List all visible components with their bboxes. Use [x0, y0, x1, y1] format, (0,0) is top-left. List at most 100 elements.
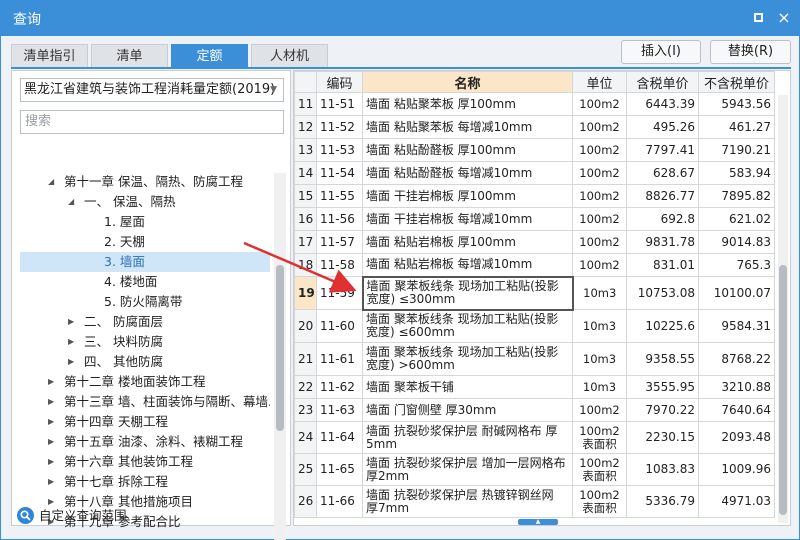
row-name: 墙面 聚苯板线条 现场加工粘贴(投影宽度) ≤300mm [361, 275, 574, 311]
row-name: 墙面 粘贴聚苯板 每增减10mm [362, 115, 573, 139]
table-header-row: 编码 名称 单位 含税单价 不含税单价 [294, 71, 775, 93]
table-row[interactable]: 13 11-53 墙面 粘贴酚醛板 厚100mm 100m2 7797.41 7… [294, 138, 775, 162]
table-row[interactable]: 21 11-61 墙面 聚苯板线条 现场加工粘贴(投影宽度) >600mm 10… [294, 342, 775, 376]
col-header-price-notax[interactable]: 不含税单价 [698, 71, 775, 93]
table-row[interactable]: 14 11-54 墙面 粘贴酚醛板 每增减10mm 100m2 628.67 5… [294, 161, 775, 185]
insert-button[interactable]: 插入(I) [621, 40, 701, 64]
row-price-tax: 8826.77 [626, 184, 699, 208]
quota-table: 编码 名称 单位 含税单价 不含税单价 11 11-51 墙面 粘贴聚苯板 厚1… [294, 71, 775, 518]
collapsed-arrow-icon[interactable]: ▶ [48, 372, 54, 392]
col-header-unit[interactable]: 单位 [572, 71, 627, 93]
row-price-tax: 7970.22 [626, 398, 699, 422]
collapsed-arrow-icon[interactable]: ▶ [48, 472, 54, 492]
row-unit: 100m2表面积 [572, 421, 627, 454]
tree-node[interactable]: ◢ 第十一章 保温、隔热、防腐工程 [20, 172, 270, 192]
close-icon[interactable]: × [774, 8, 794, 28]
collapsed-arrow-icon[interactable]: ▶ [48, 392, 54, 412]
collapsed-arrow-icon[interactable]: ▶ [48, 412, 54, 432]
row-code: 11-53 [316, 138, 363, 162]
tree-node[interactable]: ▶ 二、 防腐面层 [20, 312, 270, 332]
tree-node-selected[interactable]: 3. 墙面 [20, 252, 270, 272]
table-row[interactable]: 25 11-65 墙面 抗裂砂浆保护层 增加一层网格布 厚2mm 100m2表面… [294, 453, 775, 486]
table-row[interactable]: 15 11-55 墙面 干挂岩棉板 厚100mm 100m2 8826.77 7… [294, 184, 775, 208]
table-row[interactable]: 17 11-57 墙面 粘贴岩棉板 厚100mm 100m2 9831.78 9… [294, 230, 775, 254]
row-number: 18 [294, 253, 317, 277]
expanded-arrow-icon[interactable]: ◢ [68, 192, 74, 212]
row-price-notax: 1009.96 [698, 453, 775, 486]
tree-node[interactable]: 2. 天棚 [20, 232, 270, 252]
row-price-tax: 10753.08 [626, 276, 699, 310]
row-code: 11-57 [316, 230, 363, 254]
row-price-notax: 7190.21 [698, 138, 775, 162]
tree-node[interactable]: ▶ 第十四章 天棚工程 [20, 412, 270, 432]
row-code: 11-63 [316, 398, 363, 422]
row-name: 墙面 粘贴酚醛板 每增减10mm [362, 161, 573, 185]
grid-scrollbar-thumb[interactable] [779, 265, 787, 515]
tree-scrollbar[interactable] [274, 173, 286, 540]
row-name: 墙面 聚苯板线条 现场加工粘贴(投影宽度) >600mm [362, 342, 573, 376]
row-price-tax: 2230.15 [626, 421, 699, 454]
row-number: 13 [294, 138, 317, 162]
col-header-name[interactable]: 名称 [362, 71, 573, 93]
library-select[interactable]: 黑龙江省建筑与装饰工程消耗量定额(2019) ▼ [20, 78, 284, 102]
row-unit: 100m2 [572, 161, 627, 185]
row-number: 20 [294, 309, 317, 343]
tree-node[interactable]: ◢ 一、 保温、隔热 [20, 192, 270, 212]
tab-quota[interactable]: 定额 [171, 44, 248, 68]
collapsed-arrow-icon[interactable]: ▶ [68, 352, 74, 372]
collapsed-arrow-icon[interactable]: ▶ [48, 432, 54, 452]
tree-node[interactable]: ▶ 第十二章 楼地面装饰工程 [20, 372, 270, 392]
tree-node[interactable]: ▶ 三、 块料防腐 [20, 332, 270, 352]
table-row[interactable]: 11 11-51 墙面 粘贴聚苯板 厚100mm 100m2 6443.39 5… [294, 92, 775, 116]
row-price-notax: 9584.31 [698, 309, 775, 343]
row-unit: 100m2 [572, 230, 627, 254]
collapsed-arrow-icon[interactable]: ▶ [48, 452, 54, 472]
col-header-price-tax[interactable]: 含税单价 [626, 71, 699, 93]
tree-node[interactable]: 5. 防火隔离带 [20, 292, 270, 312]
row-price-notax: 765.3 [698, 253, 775, 277]
table-row[interactable]: 12 11-52 墙面 粘贴聚苯板 每增减10mm 100m2 495.26 4… [294, 115, 775, 139]
search-field[interactable] [20, 110, 284, 134]
row-number: 25 [294, 453, 317, 486]
table-row[interactable]: 24 11-64 墙面 抗裂砂浆保护层 耐碱网格布 厚5mm 100m2表面积 … [294, 421, 775, 454]
row-name: 墙面 粘贴聚苯板 厚100mm [362, 92, 573, 116]
row-unit: 100m2 [572, 92, 627, 116]
table-row-selected[interactable]: 19 11-59 墙面 聚苯板线条 现场加工粘贴(投影宽度) ≤300mm 10… [294, 275, 775, 311]
tree-node[interactable]: 1. 屋面 [20, 212, 270, 232]
row-unit: 10m3 [572, 342, 627, 376]
row-price-tax: 831.01 [626, 253, 699, 277]
table-row[interactable]: 22 11-62 墙面 聚苯板干铺 10m3 3555.95 3210.88 [294, 375, 775, 399]
tree-node[interactable]: 4. 楼地面 [20, 272, 270, 292]
replace-button[interactable]: 替换(R) [710, 40, 791, 64]
row-number: 15 [294, 184, 317, 208]
library-select-value: 黑龙江省建筑与装饰工程消耗量定额(2019) [24, 82, 276, 97]
tab-bill[interactable]: 清单 [91, 44, 168, 68]
maximize-icon[interactable] [748, 8, 768, 28]
search-input[interactable] [25, 114, 283, 129]
search-icon [17, 507, 34, 524]
col-header-code[interactable]: 编码 [316, 71, 363, 93]
expanded-arrow-icon[interactable]: ◢ [48, 172, 54, 192]
row-name: 墙面 抗裂砂浆保护层 耐碱网格布 厚5mm [362, 421, 573, 454]
table-row[interactable]: 26 11-66 墙面 抗裂砂浆保护层 热镀锌钢丝网 厚7mm 100m2表面积… [294, 485, 775, 518]
tree-node[interactable]: ▶ 第十七章 拆除工程 [20, 472, 270, 492]
collapsed-arrow-icon[interactable]: ▶ [68, 332, 74, 352]
tab-underline [11, 67, 791, 69]
table-row[interactable]: 20 11-60 墙面 聚苯板线条 现场加工粘贴(投影宽度) ≤600mm 10… [294, 309, 775, 343]
tab-labor-material-machine[interactable]: 人材机 [251, 44, 328, 68]
collapsed-arrow-icon[interactable]: ▶ [68, 312, 74, 332]
row-name: 墙面 粘贴酚醛板 厚100mm [362, 138, 573, 162]
table-row[interactable]: 18 11-58 墙面 粘贴岩棉板 每增减10mm 100m2 831.01 7… [294, 253, 775, 277]
tree-node[interactable]: ▶ 第十五章 油漆、涂料、裱糊工程 [20, 432, 270, 452]
tab-bill-guide[interactable]: 清单指引 [11, 44, 88, 68]
grid-scrollbar[interactable] [778, 95, 788, 523]
tree-node[interactable]: ▶ 第十六章 其他装饰工程 [20, 452, 270, 472]
row-price-notax: 5943.56 [698, 92, 775, 116]
table-row[interactable]: 16 11-56 墙面 干挂岩棉板 每增减10mm 100m2 692.8 62… [294, 207, 775, 231]
tree-scrollbar-thumb[interactable] [276, 265, 284, 431]
tree-node[interactable]: ▶ 第十三章 墙、柱面装饰与隔断、幕墙... [20, 392, 270, 412]
quota-grid: 编码 名称 单位 含税单价 不含税单价 11 11-51 墙面 粘贴聚苯板 厚1… [293, 70, 791, 526]
panel-resize-handle[interactable]: ▲ [518, 519, 558, 525]
table-row[interactable]: 23 11-63 墙面 门窗侧壁 厚30mm 100m2 7970.22 764… [294, 398, 775, 422]
tree-node[interactable]: ▶ 四、 其他防腐 [20, 352, 270, 372]
